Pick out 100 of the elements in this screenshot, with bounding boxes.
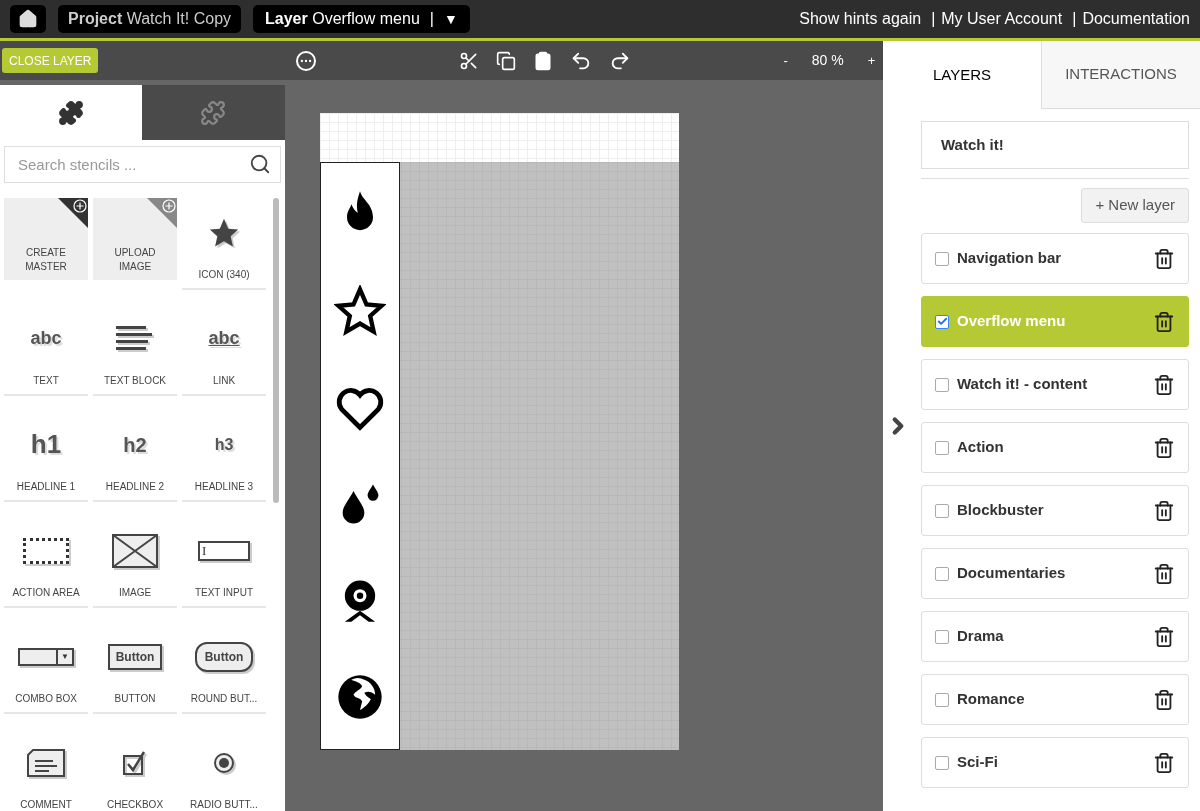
layer-checkbox[interactable]: [935, 377, 949, 392]
stencil-item[interactable]: IMAGE: [93, 516, 177, 608]
corner-plus-icon: [58, 198, 88, 228]
stencil-label: RADIO BUTT...: [190, 798, 258, 811]
paste-icon[interactable]: [533, 50, 554, 71]
round-button-sample: Button: [194, 641, 254, 672]
panel-tab[interactable]: INTERACTIONS: [1041, 41, 1200, 109]
layer-checkbox[interactable]: [935, 692, 949, 707]
layer-row[interactable]: Watch it! - content: [921, 359, 1189, 410]
stencil-item[interactable]: CHECKBOX: [93, 728, 177, 811]
search-field[interactable]: Search stencils ...: [4, 146, 281, 183]
trash-icon[interactable]: [1153, 688, 1175, 711]
stencil-item[interactable]: abc LINK: [182, 304, 266, 396]
project-chip[interactable]: Project Watch It! Copy: [58, 5, 242, 33]
layer-chip[interactable]: Layer Overflow menu | ▼: [253, 5, 470, 33]
layer-checkbox[interactable]: [935, 251, 949, 266]
stencil-item[interactable]: Button ROUND BUT...: [182, 622, 266, 714]
layer-checkbox[interactable]: [935, 503, 949, 518]
stencil-item[interactable]: h1 HEADLINE 1: [4, 410, 88, 502]
stencil-label: IMAGE: [118, 586, 152, 600]
header-link[interactable]: Documentation: [1082, 7, 1190, 31]
trash-icon[interactable]: [1153, 247, 1175, 270]
stencil-item[interactable]: ▼ COMBO BOX: [4, 622, 88, 714]
header-link[interactable]: My User Account: [941, 7, 1063, 31]
stencil-item[interactable]: ICON (340): [182, 198, 266, 290]
stencil-label: UPLOAD IMAGE: [113, 246, 157, 274]
button-sample: Button: [107, 643, 163, 670]
stencil-label: TEXT INPUT: [194, 586, 254, 600]
trash-icon[interactable]: [1153, 499, 1175, 522]
copy-icon[interactable]: [496, 50, 517, 71]
stencil-item[interactable]: TEXT BLOCK: [93, 304, 177, 396]
layer-checkbox[interactable]: [935, 314, 949, 329]
stencil-tab[interactable]: [0, 85, 142, 140]
layer-row[interactable]: Drama: [921, 611, 1189, 662]
trash-icon[interactable]: [1153, 436, 1175, 459]
layer-row[interactable]: Blockbuster: [921, 485, 1189, 536]
layer-name: Romance: [957, 689, 1026, 710]
stencil-item[interactable]: Button BUTTON: [93, 622, 177, 714]
layer-row[interactable]: Sci-Fi: [921, 737, 1189, 788]
zoom-out-button[interactable]: -: [781, 50, 790, 71]
layer-row[interactable]: Navigation bar: [921, 233, 1189, 284]
stencil-item[interactable]: abc TEXT: [4, 304, 88, 396]
layer-name: Overflow menu: [957, 311, 1067, 332]
separator-text: |: [1072, 9, 1077, 29]
layer-checkbox[interactable]: [935, 755, 949, 770]
layer-row[interactable]: Romance: [921, 674, 1189, 725]
stencil-label: TEXT BLOCK: [103, 374, 167, 388]
layer-name: Blockbuster: [957, 500, 1045, 521]
sample-text: abc: [208, 327, 240, 350]
home-button[interactable]: [10, 5, 46, 33]
page-name-field[interactable]: Watch it!: [921, 121, 1189, 169]
corner-plus-icon: [147, 198, 177, 228]
scrollbar[interactable]: [273, 198, 279, 503]
stencil-item[interactable]: h2 HEADLINE 2: [93, 410, 177, 502]
layer-checkbox[interactable]: [935, 629, 949, 644]
dotted-rectangle-icon: [23, 537, 69, 564]
stencil-label: CREATE MASTER: [24, 246, 68, 274]
trash-icon[interactable]: [1153, 373, 1175, 396]
stencil-label: TEXT: [33, 374, 59, 388]
new-layer-button[interactable]: + New layer: [1081, 188, 1189, 223]
stencil-tile[interactable]: CREATE MASTER: [4, 198, 88, 280]
stencil-item[interactable]: RADIO BUTT...: [182, 728, 266, 811]
header-link[interactable]: Show hints again: [799, 7, 922, 31]
layer-name: Sci-Fi: [957, 752, 999, 773]
sample-text: h2: [123, 432, 147, 458]
zoom-in-button[interactable]: +: [865, 50, 878, 71]
layer-name: Action: [957, 437, 1005, 458]
puzzle-icon: [200, 99, 226, 126]
layer-name: Navigation bar: [957, 248, 1063, 269]
home-icon: [18, 9, 38, 29]
stencil-item[interactable]: I TEXT INPUT: [182, 516, 266, 608]
layer-row[interactable]: Action: [921, 422, 1189, 473]
trash-icon[interactable]: [1153, 310, 1175, 333]
stencil-label: HEADLINE 1: [16, 480, 76, 494]
layer-name: Documentaries: [957, 563, 1067, 584]
stencil-label: ROUND BUT...: [190, 692, 258, 706]
stencil-label: HEADLINE 3: [194, 480, 254, 494]
stencil-label: HEADLINE 2: [105, 480, 165, 494]
sample-text: abc: [30, 327, 62, 350]
comment-icon: [27, 748, 65, 777]
dropdown-caret[interactable]: ▼: [443, 8, 458, 30]
trash-icon[interactable]: [1153, 625, 1175, 648]
layer-row[interactable]: Documentaries: [921, 548, 1189, 599]
stencil-label: ICON (340): [198, 268, 250, 282]
puzzle-icon: [58, 99, 84, 126]
stencil-tile[interactable]: UPLOAD IMAGE: [93, 198, 177, 280]
trash-icon[interactable]: [1153, 562, 1175, 585]
trash-icon[interactable]: [1153, 751, 1175, 774]
stencil-label: COMMENT: [20, 798, 72, 811]
stencil-item[interactable]: h3 HEADLINE 3: [182, 410, 266, 502]
layer-checkbox[interactable]: [935, 566, 949, 581]
stencil-label: LINK: [212, 374, 236, 388]
layer-checkbox[interactable]: [935, 440, 949, 455]
more-options-icon[interactable]: [296, 50, 317, 71]
layer-name: Watch it! - content: [957, 374, 1089, 395]
stencil-item[interactable]: COMMENT: [4, 728, 88, 811]
sample-text: h3: [214, 434, 234, 455]
separator-text: |: [429, 9, 434, 29]
image-placeholder-icon: [112, 533, 158, 568]
stencil-item[interactable]: ACTION AREA: [4, 516, 88, 608]
